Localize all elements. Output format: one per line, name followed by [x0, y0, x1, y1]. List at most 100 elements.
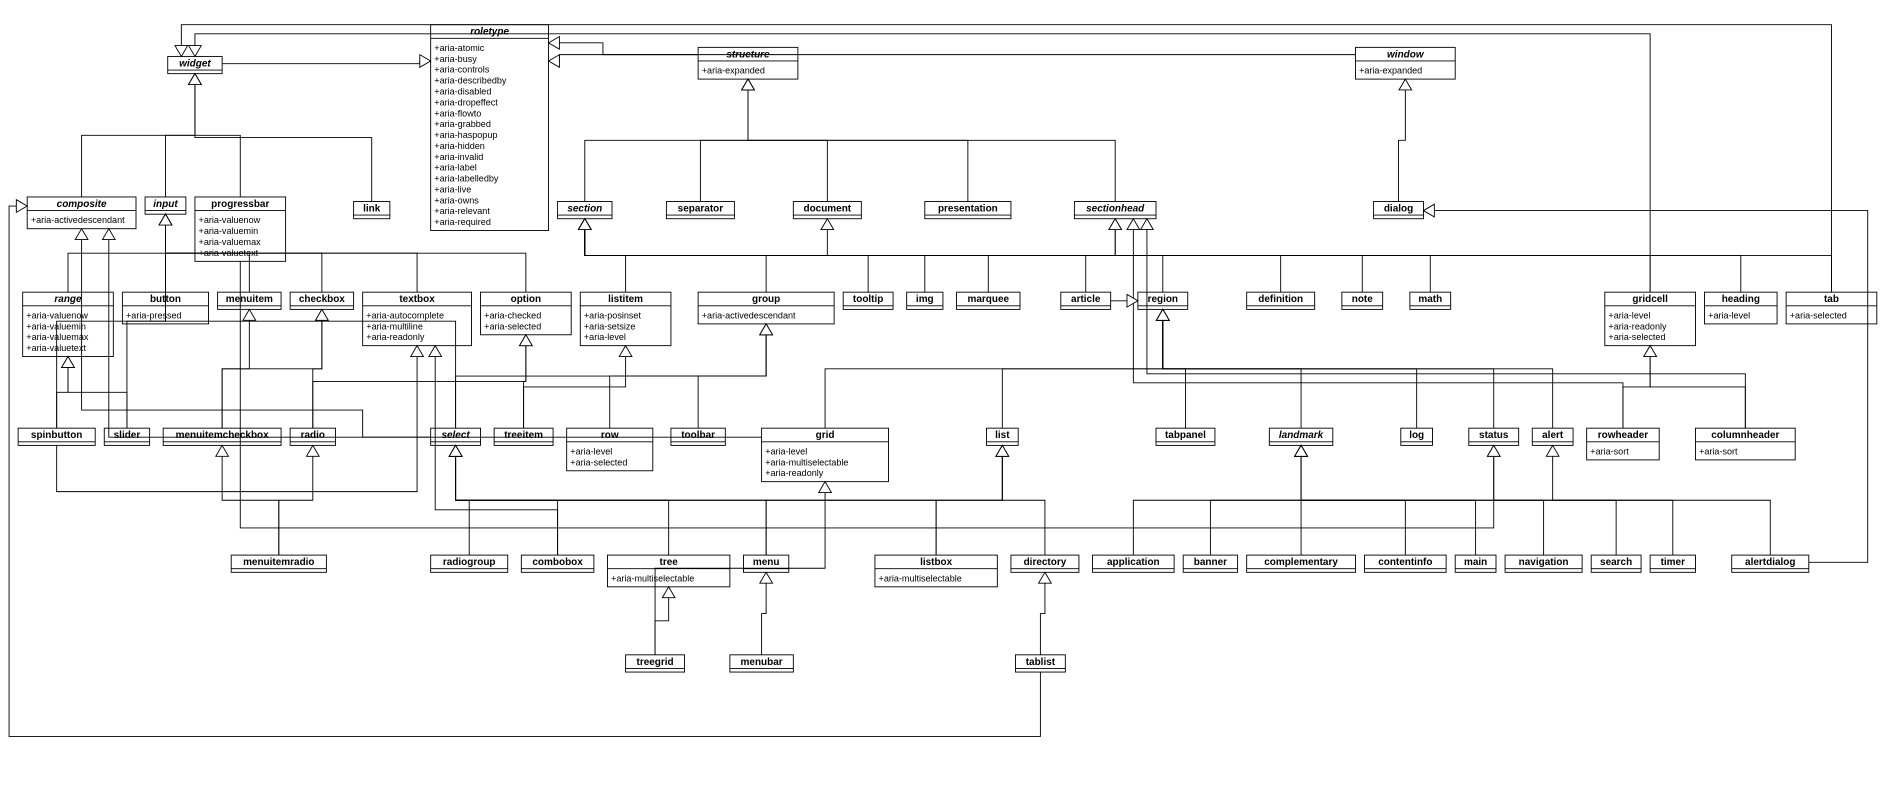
edge-toolbar-group [698, 324, 772, 428]
node-widget: widget [168, 56, 222, 73]
node-status: status [1469, 428, 1519, 445]
node-attr: +aria-sort [1590, 446, 1629, 456]
node-menuitem: menuitem [218, 292, 281, 309]
aria-role-taxonomy-diagram: roletype+aria-atomic+aria-busy+aria-cont… [0, 0, 1904, 811]
node-title: select [441, 430, 470, 441]
node-menu: menu [743, 555, 788, 572]
edge-slider-range [62, 357, 127, 429]
node-attr: +aria-sort [1699, 446, 1738, 456]
node-link: link [354, 202, 390, 219]
node-attr: +aria-level [570, 446, 612, 456]
node-log: log [1401, 428, 1433, 445]
node-title: banner [1194, 557, 1227, 568]
edge-tab-sectionhead [1109, 219, 1832, 292]
node-grid: grid+aria-level+aria-multiselectable+ari… [762, 428, 889, 481]
node-title: separator [678, 203, 724, 214]
node-definition: definition [1247, 292, 1315, 309]
node-attr: +aria-activedescendant [31, 215, 125, 225]
node-application: application [1093, 555, 1175, 572]
node-main: main [1455, 555, 1496, 572]
node-attr: +aria-invalid [434, 152, 483, 162]
node-attr: +aria-atomic [434, 43, 485, 53]
node-attr: +aria-required [434, 217, 491, 227]
node-attr: +aria-valuenow [199, 215, 261, 225]
edge-window-roletype [549, 36, 1356, 54]
node-title: search [1600, 557, 1632, 568]
node-title: log [1409, 430, 1424, 441]
node-attr: +aria-valuemax [199, 237, 262, 247]
node-title: menu [753, 557, 780, 568]
node-section: section [558, 202, 612, 219]
node-title: link [363, 203, 381, 214]
node-title: radio [301, 430, 325, 441]
node-title: range [54, 294, 82, 305]
node-gridcell: gridcell+aria-level+aria-readonly+aria-s… [1605, 292, 1696, 345]
node-roletype: roletype+aria-atomic+aria-busy+aria-cont… [431, 25, 549, 231]
node-title: list [995, 430, 1010, 441]
node-attr: +aria-haspopup [434, 130, 497, 140]
node-attr: +aria-live [434, 184, 471, 194]
node-contentinfo: contentinfo [1365, 555, 1447, 572]
node-timer: timer [1650, 555, 1695, 572]
node-title: treeitem [504, 430, 543, 441]
edge-rowheader-sectionhead [1127, 219, 1623, 428]
node-title: timer [1661, 557, 1685, 568]
node-combobox: combobox [521, 555, 594, 572]
node-alertdialog: alertdialog [1732, 555, 1809, 572]
node-article: article [1061, 292, 1111, 309]
node-title: columnheader [1711, 430, 1779, 441]
node-radiogroup: radiogroup [431, 555, 508, 572]
node-title: grid [816, 430, 835, 441]
node-title: marquee [967, 294, 1009, 305]
node-math: math [1410, 292, 1451, 309]
node-attr: +aria-flowto [434, 108, 481, 118]
node-columnheader: columnheader +aria-sort [1695, 428, 1795, 460]
node-attr: +aria-owns [434, 195, 479, 205]
node-title: math [1418, 294, 1442, 305]
node-alert: alert [1532, 428, 1573, 445]
node-title: composite [57, 199, 107, 210]
node-option: option+aria-checked+aria-selected [481, 292, 572, 335]
node-range: range+aria-valuenow+aria-valuemin+aria-v… [23, 292, 114, 356]
node-title: widget [179, 58, 211, 69]
edge-radio-option [313, 335, 532, 428]
node-attr: +aria-expanded [1359, 66, 1422, 76]
node-attr: +aria-multiselectable [611, 573, 694, 583]
node-menuitemradio: menuitemradio [231, 555, 326, 572]
node-img: img [907, 292, 943, 309]
node-attr: +aria-selected [1608, 332, 1665, 342]
node-title: article [1071, 294, 1101, 305]
node-title: directory [1024, 557, 1067, 568]
edge-treeitem-listitem [524, 346, 632, 429]
node-title: tablist [1026, 657, 1056, 668]
node-dialog: dialog [1374, 202, 1424, 219]
node-title: navigation [1519, 557, 1569, 568]
node-attr: +aria-valuemin [26, 321, 86, 331]
node-region: region [1138, 292, 1188, 309]
edge-structure-roletype [549, 55, 699, 68]
edge-tablist-directory [1039, 572, 1052, 655]
node-title: tooltip [853, 294, 883, 305]
node-attr: +aria-multiline [366, 321, 423, 331]
node-title: option [511, 294, 541, 305]
node-structure: structure+aria-expanded [698, 47, 798, 79]
edge-banner-landmark [1210, 445, 1307, 555]
edge-dialog-window [1399, 79, 1412, 201]
node-attr: +aria-level [1608, 310, 1650, 320]
node-title: landmark [1279, 430, 1324, 441]
node-attr: +aria-expanded [702, 66, 765, 76]
node-title: roletype [470, 27, 509, 38]
node-attr: +aria-level [584, 332, 626, 342]
node-attr: +aria-level [1708, 310, 1750, 320]
node-document: document [793, 202, 861, 219]
node-rowheader: rowheader+aria-sort [1587, 428, 1660, 460]
node-title: listbox [920, 557, 953, 568]
node-attr: +aria-valuemin [199, 226, 259, 236]
node-title: progressbar [211, 199, 269, 210]
edge-link-widget [189, 74, 372, 202]
node-title: tree [660, 557, 679, 568]
edge-alertdialog-alert [1546, 445, 1770, 555]
node-title: slider [114, 430, 141, 441]
node-title: region [1148, 294, 1178, 305]
node-attr: +aria-describedby [434, 76, 507, 86]
